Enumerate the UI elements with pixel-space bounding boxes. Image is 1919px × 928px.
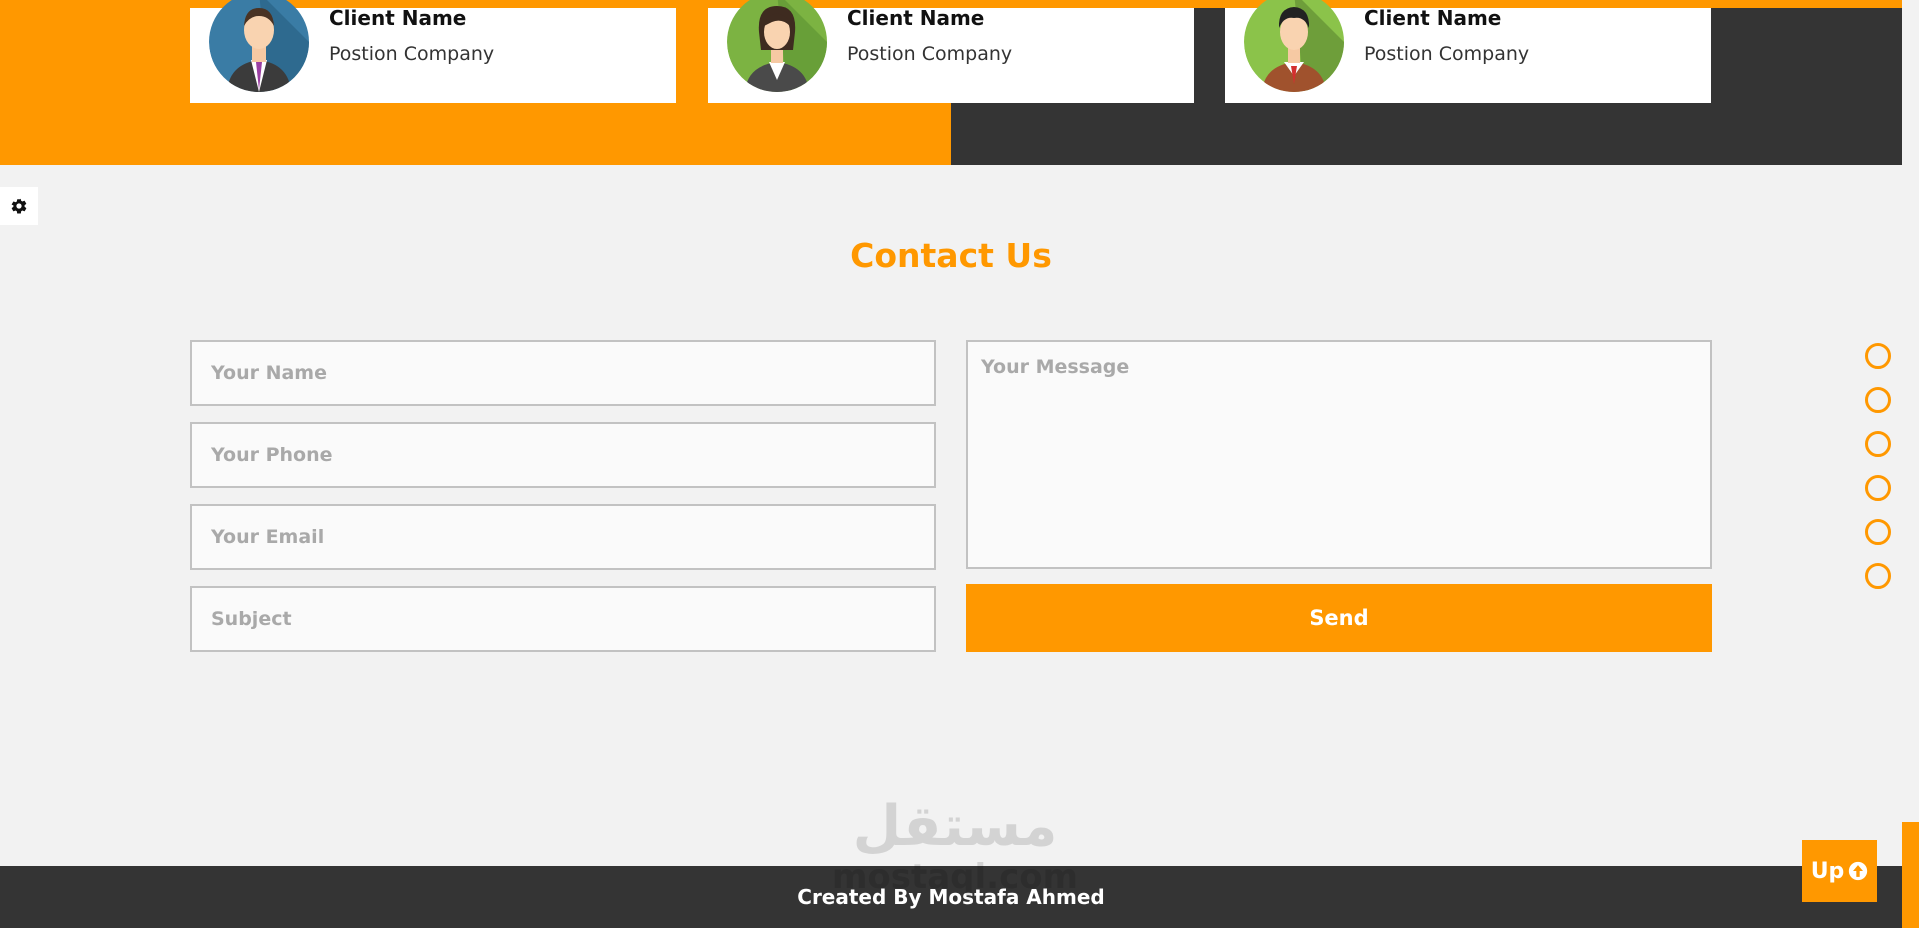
testimonial-card: Client Name Postion Company [1225,0,1711,103]
client-name: Client Name [329,6,467,30]
man-avatar-icon [1244,0,1344,92]
nav-bullet[interactable] [1865,519,1891,545]
message-textarea[interactable] [966,340,1712,569]
nav-bullet[interactable] [1865,431,1891,457]
nav-bullet[interactable] [1865,387,1891,413]
client-position: Postion Company [847,43,1013,65]
svg-text:مستقل: مستقل [853,794,1058,859]
nav-bullet[interactable] [1865,343,1891,369]
client-position: Postion Company [329,43,495,65]
footer: Created By Mostafa Ahmed [0,866,1902,928]
testimonial-card: Client Name Postion Company [190,0,676,103]
subject-input[interactable] [190,586,936,652]
client-name: Client Name [1364,6,1502,30]
nav-bullet[interactable] [1865,475,1891,501]
page-scrollbar-thumb[interactable] [1902,822,1919,928]
section-nav-bullets [1865,343,1891,607]
footer-credit: Created By Mostafa Ahmed [797,885,1105,909]
email-input[interactable] [190,504,936,570]
testimonial-card: Client Name Postion Company [708,0,1194,103]
send-button[interactable]: Send [966,584,1712,652]
arrow-up-icon [1849,861,1868,881]
businessman-avatar-icon [209,0,309,92]
client-position: Postion Company [1364,43,1530,65]
nav-bullet[interactable] [1865,563,1891,589]
scroll-up-button[interactable]: Up [1802,840,1877,902]
up-button-label: Up [1810,858,1845,884]
gear-icon [11,198,27,214]
settings-toggle-button[interactable] [0,187,38,225]
contact-title: Contact Us [850,236,1052,275]
name-input[interactable] [190,340,936,406]
testimonials-section: Client Name Postion Company Client Name … [0,0,1902,165]
phone-input[interactable] [190,422,936,488]
businesswoman-avatar-icon [727,0,827,92]
page-scrollbar[interactable] [1902,0,1919,928]
client-name: Client Name [847,6,985,30]
